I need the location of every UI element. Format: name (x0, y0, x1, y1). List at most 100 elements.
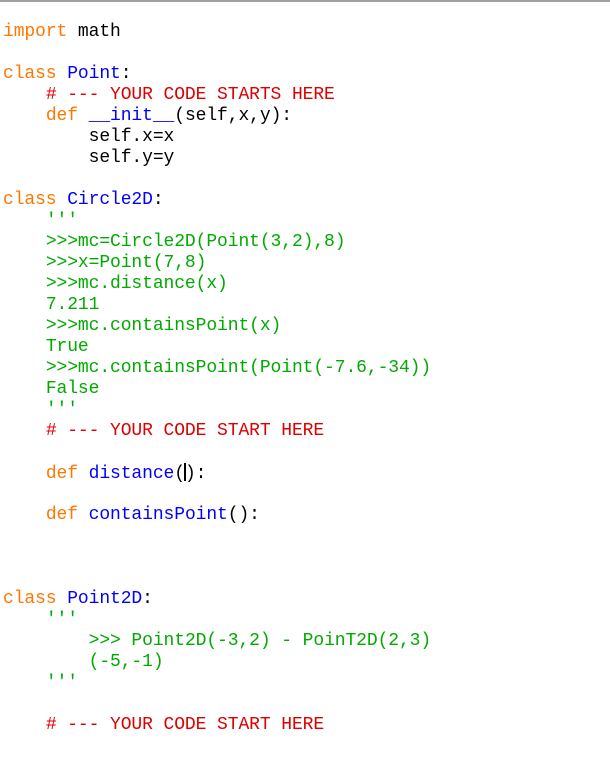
string-token: ''' (45, 610, 78, 630)
code-text: : (152, 190, 164, 210)
code-line[interactable]: # --- YOUR CODE STARTS HERE (3, 85, 431, 106)
code-line[interactable] (3, 442, 431, 463)
keyword-token: def (45, 464, 78, 484)
code-line[interactable]: def distance(): (3, 463, 431, 484)
string-token: True (45, 337, 89, 357)
code-line[interactable]: (-5,-1) (3, 652, 431, 673)
string-token: >>>mc=Circle2D(Point(3,2),8) (45, 232, 346, 252)
code-line[interactable]: class Point2D: (3, 589, 431, 610)
code-line[interactable]: def __init__(self,x,y): (3, 106, 431, 127)
code-line[interactable]: ''' (3, 673, 431, 694)
code-line[interactable]: import math (3, 22, 431, 43)
string-token: 7.211 (45, 295, 100, 315)
code-line[interactable]: def containsPoint(): (3, 505, 431, 526)
code-line[interactable]: >>>x=Point(7,8) (3, 253, 431, 274)
definition-name-token: Point2D (67, 589, 143, 609)
code-text: self.y=y (3, 148, 175, 168)
string-token: >>> Point2D(-3,2) - PoinT2D(2,3) (88, 631, 432, 651)
string-token: >>>mc.distance(x) (45, 274, 228, 294)
code-text: self.x=x (3, 127, 175, 147)
code-line[interactable] (3, 484, 431, 505)
definition-name-token: __init__ (88, 106, 175, 126)
code-line[interactable]: ''' (3, 211, 431, 232)
code-line[interactable]: >>>mc.distance(x) (3, 274, 431, 295)
comment-token: # --- YOUR CODE STARTS HERE (45, 85, 335, 105)
code-text: : (142, 589, 153, 609)
code-line[interactable]: >>>mc.containsPoint(Point(-7.6,-34)) (3, 358, 431, 379)
string-token: (-5,-1) (88, 652, 164, 672)
code-line[interactable]: False (3, 379, 431, 400)
string-token: ''' (45, 673, 78, 693)
definition-name-token: Point (67, 64, 121, 84)
code-line[interactable]: self.x=x (3, 127, 431, 148)
string-token: >>>mc.containsPoint(Point(-7.6,-34)) (45, 358, 432, 378)
code-line[interactable]: ''' (3, 400, 431, 421)
code-text: : (120, 64, 132, 84)
string-token: >>>x=Point(7,8) (45, 253, 207, 273)
code-line[interactable]: 7.211 (3, 295, 431, 316)
code-text: ): (184, 464, 207, 484)
code-line[interactable]: >>> Point2D(-3,2) - PoinT2D(2,3) (3, 631, 432, 652)
code-line[interactable]: class Circle2D: (3, 190, 431, 211)
comment-token: # --- YOUR CODE START HERE (45, 421, 325, 441)
code-line[interactable]: True (3, 337, 431, 358)
keyword-token: class (3, 190, 57, 210)
code-line[interactable] (3, 43, 431, 64)
string-token: >>>mc.containsPoint(x) (45, 316, 282, 336)
code-line[interactable]: ''' (3, 610, 431, 631)
definition-name-token: Circle2D (67, 190, 153, 210)
definition-name-token: distance (88, 464, 175, 484)
keyword-token: def (45, 505, 78, 525)
string-token: ''' (45, 400, 78, 420)
code-line[interactable] (3, 694, 431, 715)
keyword-token: class (3, 64, 57, 84)
definition-name-token: containsPoint (88, 505, 228, 525)
code-line[interactable]: self.y=y (3, 148, 431, 169)
code-line[interactable] (3, 547, 431, 568)
code-text: (): (227, 505, 260, 525)
keyword-token: import (3, 22, 68, 42)
code-line[interactable]: class Point: (3, 64, 431, 85)
string-token: ''' (45, 211, 78, 231)
window-top-border (0, 0, 610, 2)
code-line[interactable] (3, 169, 431, 190)
code-line[interactable]: >>>mc=Circle2D(Point(3,2),8) (3, 232, 431, 253)
code-text: math (67, 22, 121, 42)
code-line[interactable]: # --- YOUR CODE START HERE (3, 715, 431, 736)
code-line[interactable]: >>>mc.containsPoint(x) (3, 316, 431, 337)
code-line[interactable] (3, 526, 431, 547)
code-line[interactable]: # --- YOUR CODE START HERE (3, 421, 431, 442)
keyword-token: class (3, 589, 57, 609)
code-text: (self,x,y): (174, 106, 292, 126)
code-editor[interactable]: import math class Point: # --- YOUR CODE … (3, 22, 431, 736)
code-line[interactable] (3, 568, 431, 589)
keyword-token: def (45, 106, 78, 126)
comment-token: # --- YOUR CODE START HERE (45, 715, 325, 735)
string-token: False (45, 379, 100, 399)
